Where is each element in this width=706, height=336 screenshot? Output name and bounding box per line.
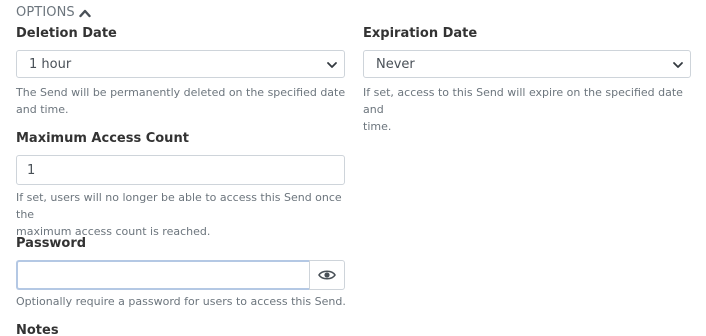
notes-label: Notes: [16, 323, 59, 336]
max-access-count-help: If set, users will no longer be able to …: [16, 189, 356, 240]
deletion-date-select[interactable]: 1 hour: [16, 50, 345, 78]
send-options-panel: OPTIONS Deletion Date 1 hour The Send wi…: [0, 0, 706, 336]
deletion-date-help: The Send will be permanently deleted on …: [16, 84, 346, 118]
deletion-date-help-line1: The Send will be permanently deleted on …: [16, 86, 346, 99]
eye-icon: [318, 266, 336, 285]
max-access-count-label: Maximum Access Count: [16, 131, 189, 146]
chevron-down-icon: [326, 59, 338, 74]
options-toggle[interactable]: OPTIONS: [16, 5, 91, 20]
chevron-up-icon: [79, 8, 91, 18]
password-help: Optionally require a password for users …: [16, 295, 346, 308]
chevron-down-icon: [672, 59, 684, 74]
expiration-date-help-line1: If set, access to this Send will expire …: [363, 86, 683, 116]
deletion-date-help-line2: and time.: [16, 103, 69, 116]
expiration-date-help-line2: time.: [363, 120, 392, 133]
toggle-password-visibility-button[interactable]: [309, 260, 345, 290]
max-access-count-value: 1: [27, 162, 36, 178]
password-input[interactable]: [16, 260, 309, 290]
max-access-count-help-line1: If set, users will no longer be able to …: [16, 191, 342, 221]
expiration-date-select[interactable]: Never: [363, 50, 691, 78]
deletion-date-label: Deletion Date: [16, 26, 117, 41]
expiration-date-label: Expiration Date: [363, 26, 478, 41]
expiration-date-value: Never: [376, 56, 415, 72]
max-access-count-input[interactable]: 1: [16, 155, 345, 185]
expiration-date-help: If set, access to this Send will expire …: [363, 84, 698, 135]
password-label: Password: [16, 236, 87, 251]
deletion-date-value: 1 hour: [29, 56, 72, 72]
options-toggle-label: OPTIONS: [16, 5, 75, 20]
